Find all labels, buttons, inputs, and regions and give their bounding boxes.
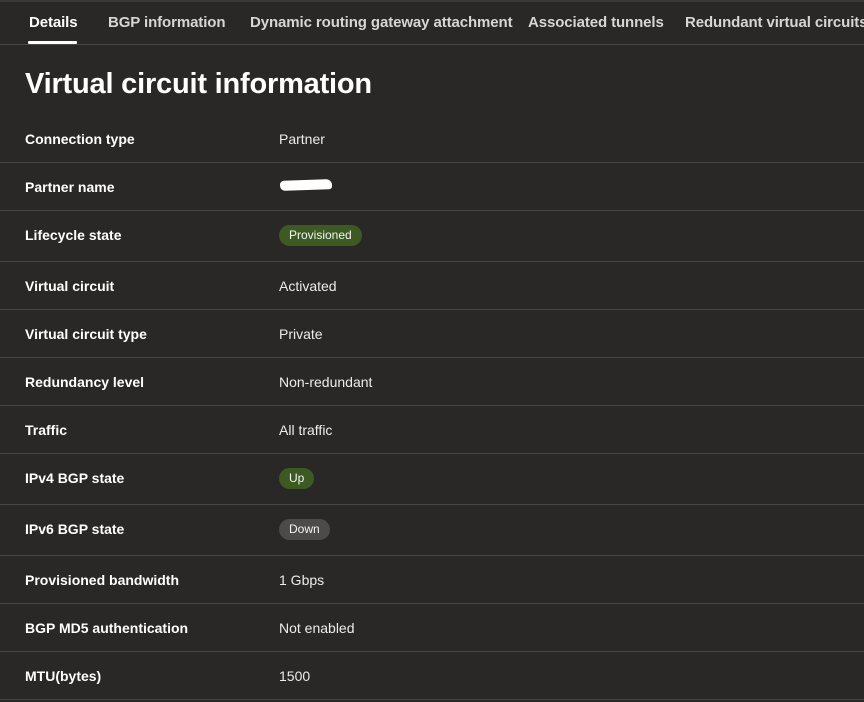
row-partner-name: Partner name <box>0 163 864 211</box>
row-value: Activated <box>279 278 337 294</box>
row-value: All traffic <box>279 422 333 438</box>
row-traffic: Traffic All traffic <box>0 406 864 454</box>
status-badge: Down <box>279 519 330 540</box>
row-label: MTU(bytes) <box>25 668 102 684</box>
row-provisioned-bandwidth: Provisioned bandwidth 1 Gbps <box>0 556 864 604</box>
tab-bgp-information[interactable]: BGP information <box>108 14 226 31</box>
row-label: Provisioned bandwidth <box>25 572 180 588</box>
section-title: Virtual circuit information <box>25 68 372 100</box>
row-mtu: MTU(bytes) 1500 <box>0 652 864 700</box>
row-label: Partner name <box>25 179 115 195</box>
row-label: BGP MD5 authentication <box>25 620 189 636</box>
row-value: Non-redundant <box>279 374 373 390</box>
row-value: 1 Gbps <box>279 572 325 588</box>
status-badge: Provisioned <box>279 225 362 246</box>
tab-associated-tunnels[interactable]: Associated tunnels <box>528 14 664 31</box>
row-label: Redundancy level <box>25 374 145 390</box>
row-virtual-circuit-type: Virtual circuit type Private <box>0 310 864 358</box>
row-redundancy-level: Redundancy level Non-redundant <box>0 358 864 406</box>
row-value: Partner <box>279 131 325 147</box>
row-value: 1500 <box>279 668 311 684</box>
row-label: Virtual circuit <box>25 278 115 294</box>
row-connection-type: Connection type Partner <box>0 115 864 163</box>
row-ipv4-bgp-state: IPv4 BGP state Up <box>0 454 864 505</box>
status-badge: Up <box>279 468 315 489</box>
details-list: Connection type Partner Partner name Lif… <box>0 115 864 700</box>
tab-dynamic-routing-gateway-attachment[interactable]: Dynamic routing gateway attachment <box>250 14 513 31</box>
row-virtual-circuit: Virtual circuit Activated <box>0 262 864 310</box>
row-label: IPv4 BGP state <box>25 470 125 486</box>
row-label: Virtual circuit type <box>25 326 147 342</box>
redaction-mark <box>279 179 333 191</box>
row-lifecycle-state: Lifecycle state Provisioned <box>0 211 864 262</box>
row-value: Private <box>279 326 323 342</box>
row-label: Traffic <box>25 422 68 438</box>
row-label: IPv6 BGP state <box>25 521 125 537</box>
row-bgp-md5-authentication: BGP MD5 authentication Not enabled <box>0 604 864 652</box>
tab-redundant-virtual-circuits[interactable]: Redundant virtual circuits <box>685 14 864 31</box>
row-value: Not enabled <box>279 620 355 636</box>
row-ipv6-bgp-state: IPv6 BGP state Down <box>0 505 864 556</box>
active-tab-indicator <box>28 41 77 44</box>
row-label: Lifecycle state <box>25 227 122 243</box>
row-label: Connection type <box>25 131 135 147</box>
tab-details[interactable]: Details <box>29 14 78 31</box>
tab-bar: Details BGP information Dynamic routing … <box>0 0 864 45</box>
